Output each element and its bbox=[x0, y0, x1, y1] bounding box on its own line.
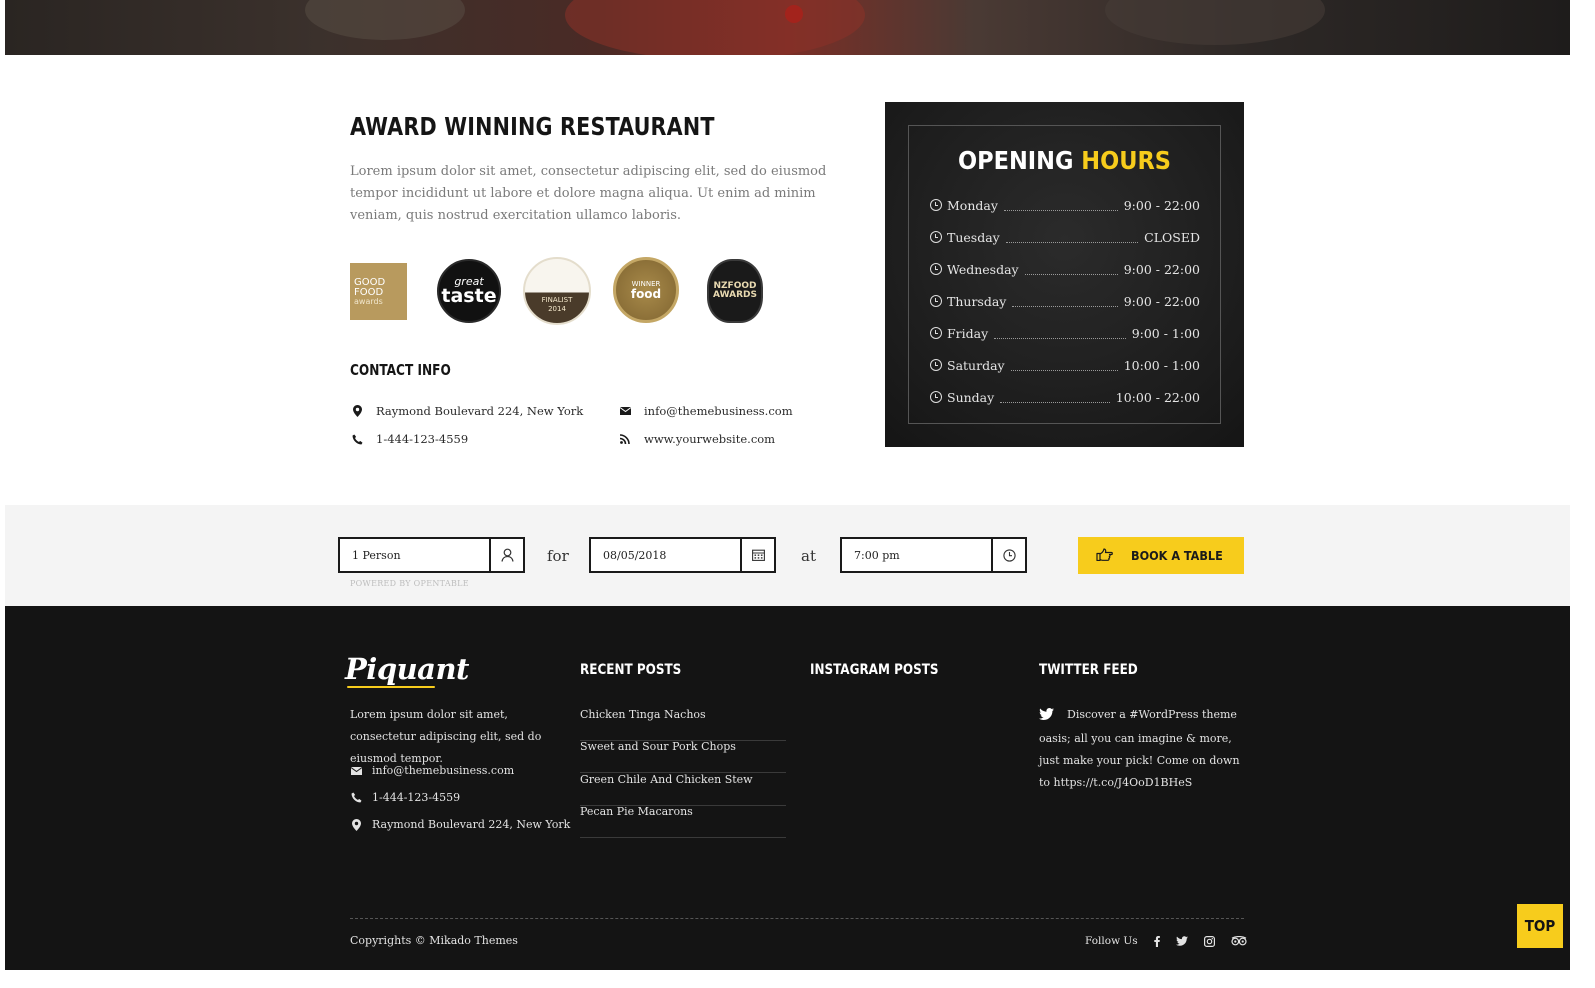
calendar-icon[interactable] bbox=[740, 539, 774, 571]
contact-email-link[interactable]: info@themebusiness.com bbox=[644, 404, 793, 418]
at-label: at bbox=[801, 547, 816, 565]
instagram-posts-title: INSTAGRAM POSTS bbox=[810, 662, 939, 678]
footer-description: Lorem ipsum dolor sit amet, consectetur … bbox=[350, 708, 542, 765]
contact-website-link[interactable]: www.yourwebsite.com bbox=[644, 432, 775, 446]
contact-email[interactable]: info@themebusiness.com bbox=[618, 404, 793, 418]
pointing-hand-icon bbox=[1096, 547, 1113, 564]
recent-posts-title: RECENT POSTS bbox=[580, 662, 682, 678]
award-description: Lorem ipsum dolor sit amet, consectetur … bbox=[350, 164, 827, 223]
party-size-select[interactable]: 1 Person bbox=[338, 537, 525, 573]
contact-address-text: Raymond Boulevard 224, New York bbox=[376, 404, 584, 418]
hours-row-wednesday: Wednesday 9:00 - 22:00 bbox=[930, 259, 1200, 279]
clock-icon bbox=[930, 263, 942, 275]
date-value: 08/05/2018 bbox=[603, 549, 667, 562]
recent-post-link[interactable]: Sweet and Sour Pork Chops bbox=[580, 740, 786, 773]
twitter-icon[interactable] bbox=[1175, 936, 1188, 946]
recent-post-link[interactable]: Pecan Pie Macarons bbox=[580, 805, 786, 838]
hero-image bbox=[5, 0, 1570, 55]
about-section: AWARD WINNING RESTAURANT Lorem ipsum dol… bbox=[5, 55, 1570, 505]
copyright-text: Copyrights © Mikado Themes bbox=[350, 934, 518, 947]
contact-address: Raymond Boulevard 224, New York bbox=[350, 404, 583, 418]
contact-info-title: CONTACT INFO bbox=[350, 361, 451, 379]
instagram-icon[interactable] bbox=[1203, 935, 1215, 947]
recent-post-link[interactable]: Green Chile And Chicken Stew bbox=[580, 773, 786, 806]
award-badges: GOOD FOOD awards great taste FINALIST 20… bbox=[350, 256, 770, 326]
follow-us-label: Follow Us bbox=[1085, 935, 1138, 947]
footer-email[interactable]: info@themebusiness.com bbox=[350, 764, 514, 777]
opening-hours-panel: OPENING HOURS Monday 9:00 - 22:00 Tuesday… bbox=[885, 102, 1244, 447]
clock-icon bbox=[930, 391, 942, 403]
footer-divider bbox=[350, 918, 1244, 919]
tripadvisor-icon[interactable] bbox=[1231, 936, 1247, 946]
site-footer: Piquant Lorem ipsum dolor sit amet, cons… bbox=[5, 606, 1570, 970]
clock-icon bbox=[930, 359, 942, 371]
envelope-icon bbox=[618, 404, 632, 418]
piquant-logo[interactable]: Piquant bbox=[345, 652, 469, 686]
clock-icon bbox=[930, 199, 942, 211]
facebook-icon[interactable] bbox=[1153, 935, 1160, 947]
follow-us: Follow Us bbox=[1085, 935, 1247, 947]
person-icon[interactable] bbox=[489, 539, 523, 571]
book-a-table-label: BOOK A TABLE bbox=[1131, 548, 1223, 563]
clock-icon bbox=[930, 295, 942, 307]
footer-address: Raymond Boulevard 224, New York bbox=[350, 818, 570, 831]
party-size-value: 1 Person bbox=[352, 549, 401, 562]
clock-icon bbox=[930, 327, 942, 339]
hours-row-sunday: Sunday 10:00 - 22:00 bbox=[930, 387, 1200, 407]
tweet: Discover a #WordPress theme oasis; all y… bbox=[1039, 704, 1244, 794]
map-pin-icon bbox=[350, 404, 364, 418]
for-label: for bbox=[547, 547, 569, 565]
winner-food-awards-badge: WINNER food bbox=[613, 257, 679, 323]
finalist-2014-badge: FINALIST 2014 bbox=[523, 257, 591, 325]
booking-bar: 1 Person for 08/05/2018 at 7:00 pm BOOK … bbox=[5, 505, 1570, 606]
twitter-icon bbox=[1039, 706, 1055, 728]
award-title: AWARD WINNING RESTAURANT bbox=[350, 112, 715, 141]
logo-underline bbox=[347, 686, 435, 688]
envelope-icon bbox=[350, 766, 362, 775]
recent-post-link[interactable]: Chicken Tinga Nachos bbox=[580, 708, 786, 741]
powered-by-opentable[interactable]: POWERED BY OPENTABLE bbox=[350, 579, 469, 588]
great-taste-badge: great taste bbox=[437, 259, 501, 323]
tweet-text: Discover a #WordPress theme oasis; all y… bbox=[1039, 708, 1240, 789]
book-a-table-button[interactable]: BOOK A TABLE bbox=[1078, 537, 1244, 574]
phone-icon bbox=[350, 792, 362, 803]
twitter-feed-title: TWITTER FEED bbox=[1039, 662, 1138, 678]
hours-row-friday: Friday 9:00 - 1:00 bbox=[930, 323, 1200, 343]
contact-phone: 1-444-123-4559 bbox=[350, 432, 468, 446]
time-picker[interactable]: 7:00 pm bbox=[840, 537, 1027, 573]
opening-hours-frame: OPENING HOURS Monday 9:00 - 22:00 Tuesday… bbox=[908, 125, 1221, 424]
good-food-awards-badge: GOOD FOOD awards bbox=[350, 263, 407, 320]
map-pin-icon bbox=[350, 818, 362, 831]
hours-row-tuesday: Tuesday CLOSED bbox=[930, 227, 1200, 247]
contact-website[interactable]: www.yourwebsite.com bbox=[618, 432, 775, 446]
back-to-top-button[interactable]: TOP bbox=[1517, 904, 1563, 948]
opening-hours-title: OPENING HOURS bbox=[958, 146, 1171, 175]
hours-row-thursday: Thursday 9:00 - 22:00 bbox=[930, 291, 1200, 311]
nz-food-awards-badge: NZFOOD AWARDS bbox=[707, 259, 763, 323]
hours-row-monday: Monday 9:00 - 22:00 bbox=[930, 195, 1200, 215]
time-value: 7:00 pm bbox=[854, 549, 900, 562]
contact-phone-text: 1-444-123-4559 bbox=[376, 432, 469, 446]
clock-icon[interactable] bbox=[991, 539, 1025, 571]
clock-icon bbox=[930, 231, 942, 243]
hours-row-saturday: Saturday 10:00 - 1:00 bbox=[930, 355, 1200, 375]
rss-icon bbox=[618, 432, 632, 446]
footer-phone: 1-444-123-4559 bbox=[350, 791, 460, 804]
phone-icon bbox=[350, 432, 364, 446]
date-picker[interactable]: 08/05/2018 bbox=[589, 537, 776, 573]
